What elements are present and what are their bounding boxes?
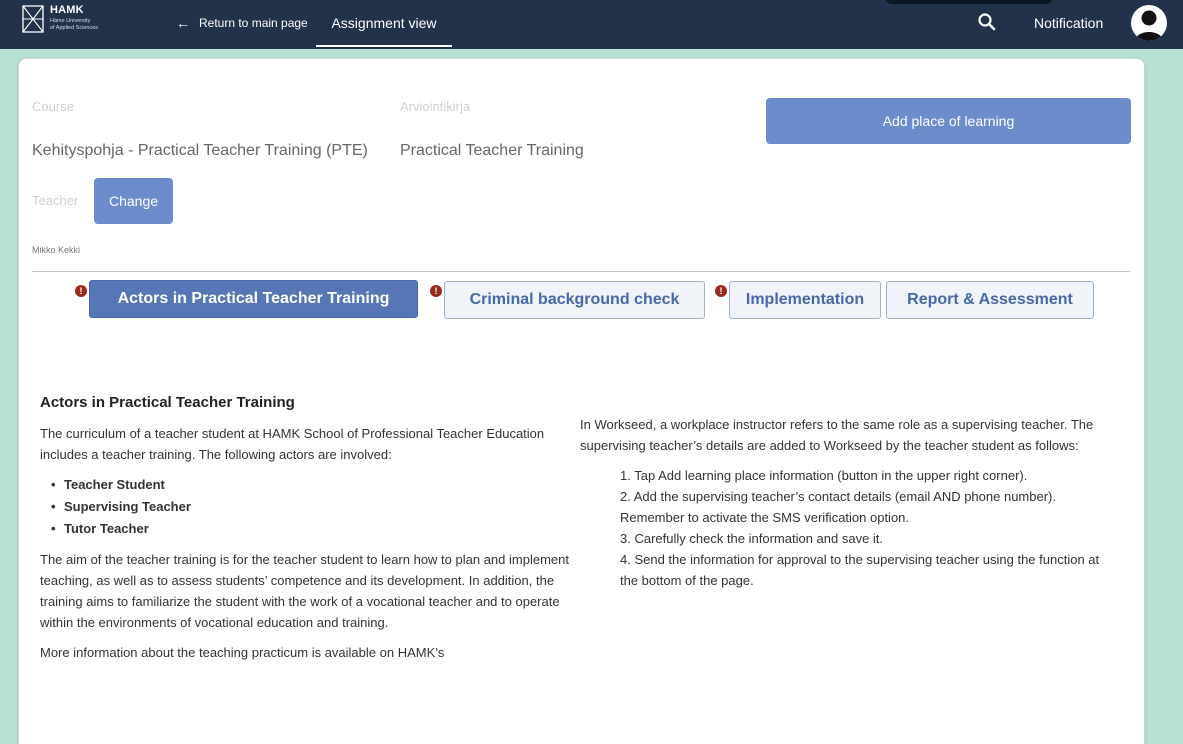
actors-list: Teacher Student Supervising Teacher Tuto… xyxy=(51,474,580,540)
section-heading: Actors in Practical Teacher Training xyxy=(40,394,295,411)
list-item: 2. Add the supervising teacher’s contact… xyxy=(620,489,1056,525)
list-item: 4. Send the information for approval to … xyxy=(620,552,1100,588)
top-overlay-pill xyxy=(885,0,1053,4)
user-avatar[interactable] xyxy=(1131,5,1167,41)
list-item: Tutor Teacher xyxy=(51,518,580,540)
tab-assignment-view-label: Assignment view xyxy=(331,15,437,31)
list-item: 3. Carefully check the information and s… xyxy=(620,531,884,546)
evaluation-book-label: Arviointikirja xyxy=(400,99,471,114)
content-left-column: Actors in Practical Teacher Training The… xyxy=(40,393,580,672)
teacher-name: Mikko Kekki xyxy=(32,245,81,255)
assignment-card: Course Kehityspohja - Practical Teacher … xyxy=(18,58,1145,744)
tab-report-assessment[interactable]: Report & Assessment xyxy=(886,281,1094,319)
list-item: Supervising Teacher xyxy=(51,496,580,518)
search-icon[interactable] xyxy=(977,12,997,32)
list-item: Teacher Student xyxy=(51,474,580,496)
change-teacher-button[interactable]: Change xyxy=(94,178,173,224)
evaluation-book-value: Practical Teacher Training xyxy=(400,142,584,159)
active-tab-underline xyxy=(316,45,452,47)
warning-icon: ! xyxy=(715,285,727,297)
course-value: Kehityspohja - Practical Teacher Trainin… xyxy=(32,142,368,159)
hamk-logo[interactable]: HAMK Häme University of Applied Sciences xyxy=(22,3,132,39)
logo-name: HAMK xyxy=(50,4,84,16)
arrow-left-icon: ← xyxy=(176,15,190,31)
return-to-main-page-link[interactable]: ← Return to main page xyxy=(176,16,308,30)
teacher-label: Teacher xyxy=(32,193,79,208)
tab-criminal-background-check[interactable]: Criminal background check xyxy=(444,281,705,319)
steps-list: 1. Tap Add learning place information (b… xyxy=(620,465,1110,591)
list-item: 1. Tap Add learning place information (b… xyxy=(620,468,1028,483)
tab-assignment-view[interactable]: Assignment view xyxy=(316,0,452,49)
user-avatar-icon xyxy=(1135,10,1163,41)
tab-actors[interactable]: Actors in Practical Teacher Training xyxy=(89,280,418,318)
add-place-of-learning-button[interactable]: Add place of learning xyxy=(766,98,1131,144)
tab-implementation[interactable]: Implementation xyxy=(729,281,881,319)
hamk-logo-icon xyxy=(22,5,44,33)
notification-link[interactable]: Notification xyxy=(1034,15,1103,31)
logo-subtitle: Häme University of Applied Sciences xyxy=(50,18,140,31)
workseed-intro-paragraph: In Workseed, a workplace instructor refe… xyxy=(580,417,1094,453)
warning-icon: ! xyxy=(430,285,442,297)
course-label: Course xyxy=(32,99,74,114)
content-right-column: In Workseed, a workplace instructor refe… xyxy=(580,414,1110,591)
more-info-paragraph: More information about the teaching prac… xyxy=(40,645,445,660)
logo-subtitle-line2: of Applied Sciences xyxy=(50,24,99,31)
section-divider xyxy=(32,271,1130,272)
aim-paragraph: The aim of the teacher training is for t… xyxy=(40,552,569,630)
top-navigation-bar: HAMK Häme University of Applied Sciences… xyxy=(0,0,1183,49)
warning-icon: ! xyxy=(75,285,87,297)
intro-paragraph: The curriculum of a teacher student at H… xyxy=(40,426,545,462)
return-label: Return to main page xyxy=(199,16,308,30)
